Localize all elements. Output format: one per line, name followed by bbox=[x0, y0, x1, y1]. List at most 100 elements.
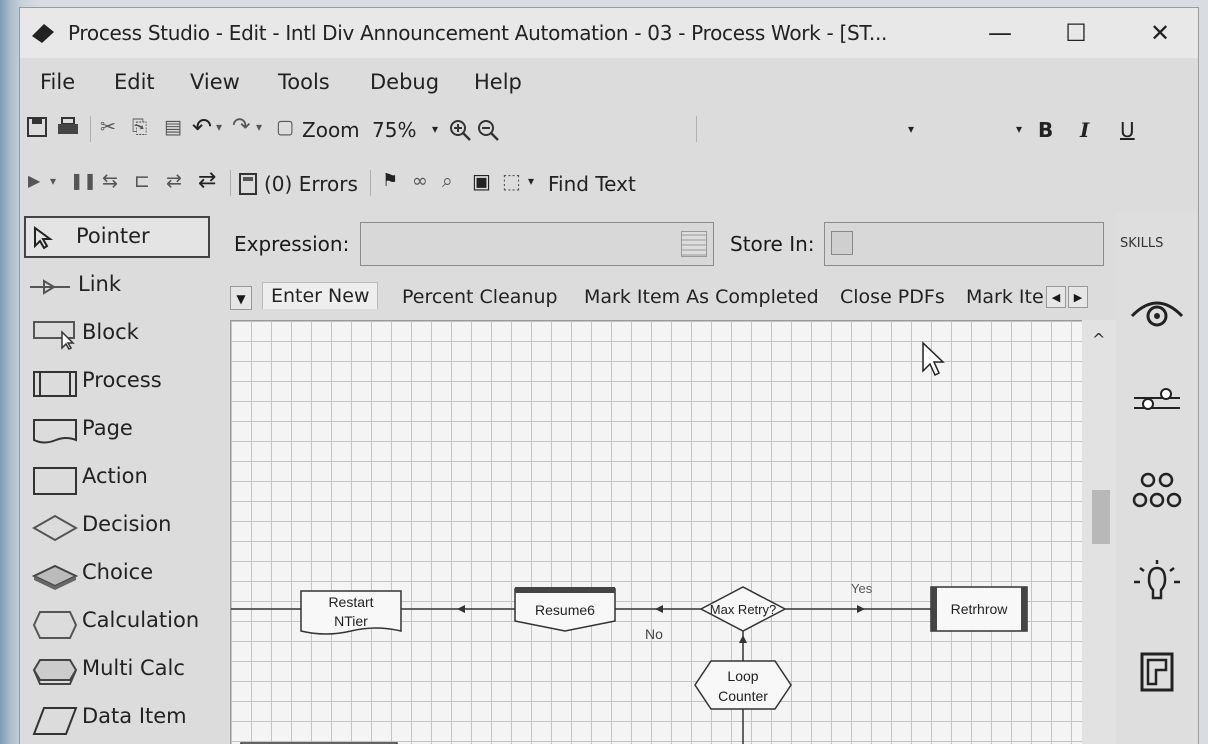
tab-close-pdfs[interactable]: Close PDFs bbox=[840, 286, 945, 308]
mouse-cursor-icon bbox=[922, 341, 945, 377]
skills-header: SKILLS bbox=[1120, 236, 1164, 251]
region-icon[interactable]: ⬚ bbox=[502, 166, 521, 196]
tab-scroll-left-icon[interactable]: ◀ bbox=[1046, 286, 1066, 308]
tabs-dropdown-icon[interactable]: ▼ bbox=[230, 286, 252, 310]
bold-button[interactable]: B bbox=[1038, 118, 1053, 142]
toolbar-main: ✂ ⎘ ▤ ↶ ▾ ↷ ▾ ▢ Zoom 75% ▾ ▾ ▾ B I U bbox=[20, 112, 1198, 152]
tab-percent-cleanup[interactable]: Percent Cleanup bbox=[402, 286, 558, 308]
link-chain-icon[interactable]: ∞ bbox=[412, 166, 428, 196]
stage-loop-counter[interactable]: Loop Counter bbox=[694, 660, 792, 710]
menu-edit[interactable]: Edit bbox=[114, 70, 155, 94]
node-label: NTier bbox=[334, 613, 368, 629]
eye-icon[interactable] bbox=[1130, 288, 1184, 338]
zoom-page-icon[interactable]: ▢ bbox=[276, 112, 294, 142]
zoom-out-icon[interactable] bbox=[476, 118, 500, 142]
stage-page[interactable]: Page bbox=[26, 410, 222, 450]
minimize-button[interactable]: — bbox=[980, 18, 1020, 48]
logo-icon[interactable] bbox=[1130, 648, 1184, 698]
process-canvas[interactable]: Restart NTier Resume6 Max Retry? Yes No … bbox=[230, 320, 1082, 744]
region-dropdown-icon[interactable]: ▾ bbox=[528, 166, 534, 196]
stage-process[interactable]: Process bbox=[26, 362, 222, 402]
undo-dropdown-icon[interactable]: ▾ bbox=[216, 112, 222, 142]
stage-label: Block bbox=[82, 320, 139, 344]
run-dropdown-icon[interactable]: ▾ bbox=[50, 166, 56, 196]
stage-action[interactable]: Action bbox=[26, 458, 222, 498]
save-icon[interactable] bbox=[26, 116, 48, 138]
errors-button[interactable]: (0) Errors bbox=[264, 172, 358, 196]
stage-label: Data Item bbox=[82, 704, 187, 728]
find-text-button[interactable]: Find Text bbox=[548, 172, 636, 196]
stage-resume6[interactable]: Resume6 bbox=[514, 587, 616, 632]
menu-help[interactable]: Help bbox=[474, 70, 522, 94]
skills-panel: SKILLS bbox=[1116, 212, 1198, 744]
stage-restart-ntier[interactable]: Restart NTier bbox=[300, 590, 402, 635]
zoom-in-icon[interactable] bbox=[448, 118, 472, 142]
copy-icon[interactable]: ⎘ bbox=[132, 112, 147, 142]
expression-label: Expression: bbox=[234, 232, 350, 256]
stage-link[interactable]: Link bbox=[26, 266, 222, 306]
print-icon[interactable] bbox=[56, 116, 80, 138]
tab-scroll-right-icon[interactable]: ▶ bbox=[1068, 286, 1088, 308]
undo-icon[interactable]: ↶ bbox=[192, 112, 212, 142]
stage-block[interactable]: Block bbox=[26, 314, 222, 354]
page-tabs: ▼ Enter New Percent Cleanup Mark Item As… bbox=[228, 280, 1112, 320]
pause-icon[interactable]: ❚❚ bbox=[70, 166, 97, 196]
decision-max-retry[interactable]: Max Retry? bbox=[699, 586, 787, 632]
toolbar-separator bbox=[230, 170, 231, 196]
scroll-thumb[interactable] bbox=[1092, 490, 1110, 544]
refresh-icon[interactable]: ⇄ bbox=[198, 166, 216, 196]
multi-calc-icon bbox=[32, 659, 78, 685]
stage-data-item[interactable]: Data Item bbox=[26, 698, 222, 738]
stage-decision[interactable]: Decision bbox=[26, 506, 222, 546]
redo-icon[interactable]: ↷ bbox=[232, 112, 250, 142]
menu-view[interactable]: View bbox=[190, 70, 240, 94]
run-icon[interactable]: ▶ bbox=[28, 166, 40, 196]
toolbar-separator bbox=[90, 116, 91, 142]
cut-icon[interactable]: ✂ bbox=[100, 112, 116, 142]
people-group-icon[interactable] bbox=[1130, 468, 1184, 518]
find-references-icon[interactable]: ⌕ bbox=[442, 166, 453, 196]
stage-pointer[interactable]: Pointer bbox=[24, 216, 210, 258]
menu-debug[interactable]: Debug bbox=[370, 70, 439, 94]
lightbulb-icon[interactable] bbox=[1130, 558, 1184, 608]
close-button[interactable]: ✕ bbox=[1140, 18, 1180, 48]
zoom-select[interactable]: 75% bbox=[372, 118, 416, 142]
validate-icon[interactable] bbox=[238, 172, 260, 196]
expression-editor-icon[interactable] bbox=[681, 231, 707, 257]
stage-calculation[interactable]: Calculation bbox=[26, 602, 222, 642]
stage-choice[interactable]: Choice bbox=[26, 554, 222, 594]
tab-mark-ite[interactable]: Mark Ite bbox=[966, 286, 1048, 308]
scroll-up-icon[interactable]: ^ bbox=[1092, 330, 1105, 349]
canvas-scrollbar[interactable]: ^ bbox=[1082, 320, 1118, 744]
step-out-icon[interactable]: ⇄ bbox=[166, 166, 182, 196]
tab-enter-new[interactable]: Enter New bbox=[262, 282, 379, 309]
menu-tools[interactable]: Tools bbox=[278, 70, 330, 94]
tab-mark-item-as-completed[interactable]: Mark Item As Completed bbox=[584, 286, 819, 308]
stage-rethrow[interactable]: Retrhrow bbox=[930, 586, 1028, 632]
size-dropdown-icon[interactable]: ▾ bbox=[1016, 114, 1022, 144]
stage-label: Action bbox=[82, 464, 148, 488]
sliders-icon[interactable] bbox=[1130, 378, 1184, 428]
italic-button[interactable]: I bbox=[1080, 118, 1089, 142]
paste-icon[interactable]: ▤ bbox=[164, 112, 182, 142]
flag-icon[interactable]: ⚑ bbox=[382, 166, 398, 196]
zoom-dropdown-icon[interactable]: ▾ bbox=[432, 114, 438, 144]
maximize-button[interactable]: ☐ bbox=[1056, 18, 1096, 48]
stage-multi-calc[interactable]: Multi Calc bbox=[26, 650, 222, 690]
stage-toolbox: Pointer Link Block Process Page Action D… bbox=[20, 212, 226, 744]
menu-file[interactable]: File bbox=[40, 70, 75, 94]
data-item-icon bbox=[32, 707, 78, 735]
redo-dropdown-icon[interactable]: ▾ bbox=[256, 112, 262, 142]
step-icon[interactable]: ⇆ bbox=[102, 166, 118, 196]
data-item-picker-icon[interactable] bbox=[831, 231, 853, 255]
pointer-icon bbox=[34, 226, 54, 250]
font-dropdown-icon[interactable]: ▾ bbox=[908, 114, 914, 144]
arrowhead bbox=[655, 605, 663, 613]
store-in-input[interactable] bbox=[824, 222, 1104, 266]
node-label: Retrhrow bbox=[951, 601, 1009, 617]
underline-button[interactable]: U bbox=[1120, 118, 1135, 142]
step-over-icon[interactable]: ⊏ bbox=[134, 166, 150, 196]
expression-input[interactable] bbox=[360, 222, 714, 266]
screen-icon[interactable]: ▣ bbox=[472, 166, 491, 196]
link-icon bbox=[30, 279, 70, 295]
